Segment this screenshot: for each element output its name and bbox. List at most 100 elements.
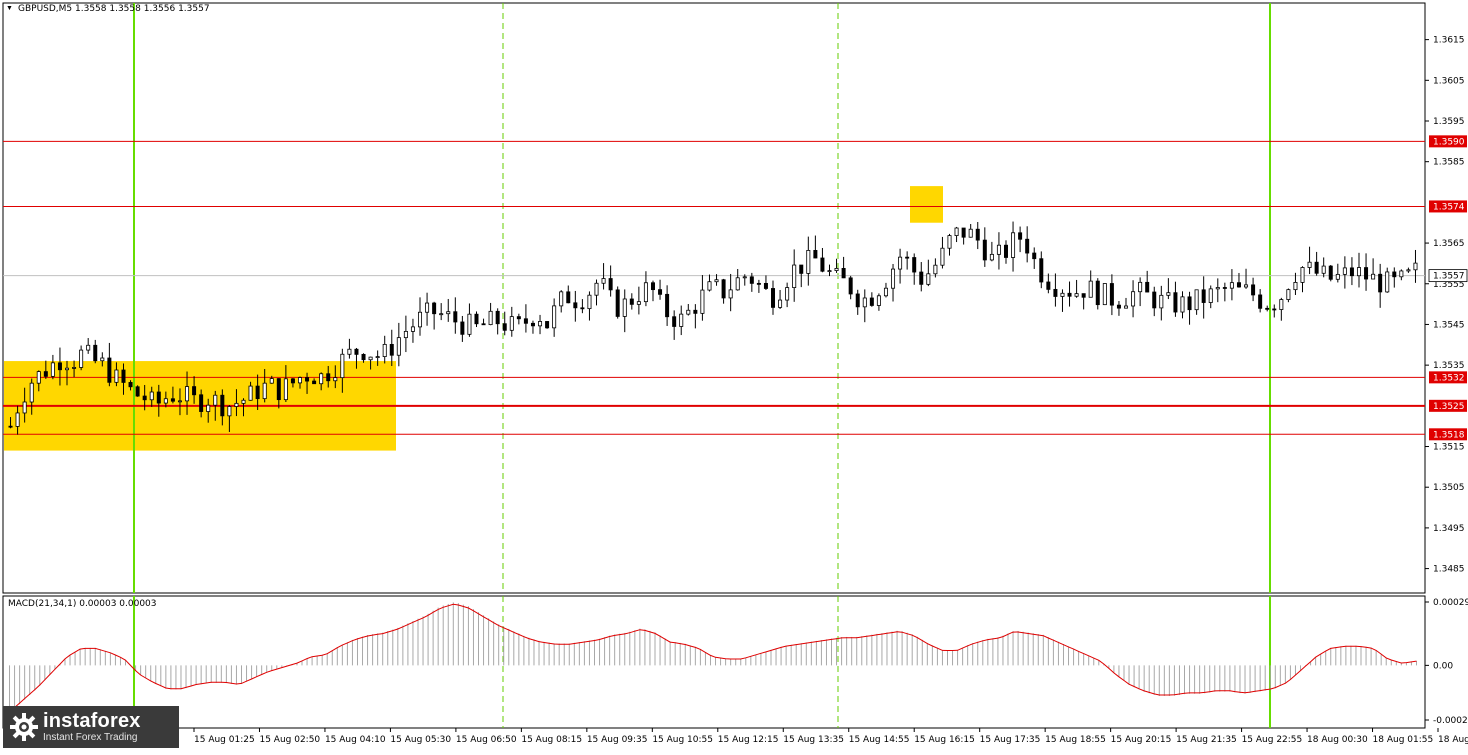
candle-body	[1067, 292, 1072, 297]
time-tick-label: 18 Aug 01:55	[1373, 735, 1434, 745]
candle-body	[1145, 281, 1150, 293]
candle-body	[340, 353, 345, 379]
candle-body	[170, 398, 175, 402]
candle-body	[919, 271, 924, 285]
candle-body	[643, 282, 648, 303]
candle-body	[742, 276, 747, 279]
candle-body	[460, 321, 465, 335]
candle-body	[241, 399, 246, 404]
candle-body	[290, 378, 295, 384]
candle-body	[319, 373, 324, 385]
candle-body	[29, 382, 34, 403]
candle-body	[700, 289, 705, 314]
candle-body	[1251, 284, 1256, 296]
candle-body	[587, 294, 592, 310]
chart-canvas: 1.36151.36051.35951.35851.35651.35551.35…	[2, 2, 1468, 745]
candle-body	[658, 289, 663, 295]
candle-body	[227, 406, 232, 417]
candle-body	[410, 326, 415, 332]
candle-body	[1314, 261, 1319, 274]
candle-body	[580, 307, 585, 310]
time-tick-label: 15 Aug 16:15	[914, 735, 975, 745]
time-tick-label: 15 Aug 08:15	[521, 735, 582, 745]
candle-body	[1039, 258, 1044, 283]
candle-body	[806, 250, 811, 274]
candle-body	[192, 386, 197, 396]
time-tick-label: 15 Aug 22:55	[1242, 735, 1303, 745]
candle-body	[1208, 288, 1213, 303]
candle-body	[756, 282, 761, 285]
candle-body	[855, 293, 860, 308]
candle-body	[876, 295, 881, 306]
candle-body	[474, 313, 479, 325]
candle-body	[57, 362, 62, 371]
dropdown-arrow-icon[interactable]: ▼	[6, 5, 13, 12]
candle-body	[1018, 232, 1023, 240]
candle-body	[559, 291, 564, 307]
candle-body	[1265, 307, 1270, 310]
time-tick-label: 15 Aug 17:35	[980, 735, 1041, 745]
candle-body	[163, 398, 168, 404]
time-tick-label: 18 Aug 03:15	[1438, 735, 1468, 745]
candle-body	[1371, 273, 1376, 280]
candle-body	[1003, 244, 1008, 258]
candle-body	[545, 321, 550, 329]
macd-tick-label: 0.00029	[1433, 598, 1468, 608]
candle-body	[820, 257, 825, 272]
candle-body	[149, 391, 154, 401]
candle-body	[1258, 294, 1263, 309]
candle-body	[827, 270, 832, 273]
candle-body	[933, 264, 938, 275]
candle-body	[538, 321, 543, 327]
candle-body	[297, 377, 302, 384]
candle-body	[1116, 304, 1121, 309]
candle-body	[403, 330, 408, 339]
candle-body	[1392, 271, 1397, 278]
candle-body	[1159, 294, 1164, 309]
price-tick-label: 1.3615	[1433, 36, 1465, 46]
candle-body	[354, 348, 359, 355]
candle-body	[156, 391, 161, 404]
candle-body	[1053, 288, 1058, 297]
candle-body	[1032, 252, 1037, 260]
candle-body	[615, 289, 620, 317]
candle-body	[608, 278, 613, 291]
candle-body	[135, 386, 140, 397]
candle-body	[523, 318, 528, 324]
candle-body	[594, 282, 599, 296]
price-tick-label: 1.3585	[1433, 158, 1465, 168]
candle-body	[453, 311, 458, 323]
candle-body	[530, 322, 535, 327]
candle-body	[177, 400, 182, 403]
candle-body	[1180, 296, 1185, 313]
price-tick-label: 1.3565	[1433, 239, 1465, 249]
candle-body	[735, 277, 740, 291]
candle-body	[763, 282, 768, 289]
price-tick-label: 1.3595	[1433, 117, 1465, 127]
high-signal-zone	[910, 186, 943, 223]
candle-body	[650, 282, 655, 291]
candle-body	[128, 382, 133, 388]
candle-body	[996, 244, 1001, 255]
candle-body	[467, 313, 472, 335]
candle-body	[8, 425, 13, 428]
current-price-label: 1.3557	[1433, 272, 1465, 282]
candle-body	[269, 378, 274, 384]
candle-body	[848, 277, 853, 295]
candle-body	[43, 371, 48, 377]
candle-body	[1413, 262, 1418, 271]
candle-body	[940, 247, 945, 266]
candle-body	[601, 278, 606, 284]
candle-body	[1166, 292, 1171, 296]
level-label: 1.3574	[1433, 202, 1465, 212]
macd-panel-frame	[2, 595, 1426, 729]
candle-body	[1173, 292, 1178, 313]
brand-wordmark: instaforex Instant Forex Trading	[43, 710, 141, 743]
candle-body	[1399, 270, 1404, 278]
candle-body	[968, 228, 973, 238]
candle-body	[65, 367, 70, 371]
time-tick-label: 15 Aug 01:25	[194, 735, 255, 745]
time-tick-label: 15 Aug 02:50	[259, 735, 320, 745]
candle-body	[665, 293, 670, 318]
candle-body	[199, 394, 204, 412]
